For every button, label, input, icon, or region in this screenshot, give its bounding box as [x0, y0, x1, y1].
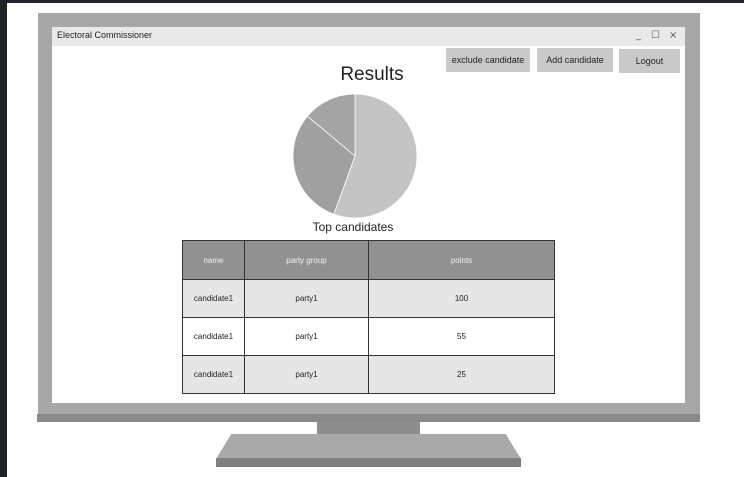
cell-party: party1 [244, 355, 369, 394]
logout-button[interactable]: Logout [619, 49, 680, 73]
close-icon[interactable]: × [669, 29, 677, 43]
column-header-name[interactable]: name [182, 240, 245, 280]
monitor-bottom-lip [37, 414, 700, 422]
monitor-stand-base [216, 434, 521, 459]
cell-name: candidate1 [182, 317, 245, 356]
cell-name: candidate1 [182, 279, 245, 318]
cell-party: party1 [244, 279, 369, 318]
title-bar[interactable]: Electoral Commissioner _ ☐ × [52, 27, 685, 46]
page-title: Results [340, 64, 404, 85]
results-table: name party group points candidate1 party… [182, 240, 555, 394]
column-header-party-group[interactable]: party group [244, 240, 369, 280]
table-row[interactable]: candidate1 party1 100 [182, 279, 555, 318]
add-candidate-button[interactable]: Add candidate [537, 48, 613, 72]
app-window: Electoral Commissioner _ ☐ × exclude can… [52, 27, 685, 403]
top-candidates-heading: Top candidates [312, 220, 394, 234]
table-header-row: name party group points [182, 240, 555, 280]
monitor-stand-foot [216, 458, 521, 467]
exclude-candidate-button[interactable]: exclude candidate [446, 48, 530, 72]
cell-party: party1 [244, 317, 369, 356]
window-title: Electoral Commissioner [57, 30, 153, 40]
cell-points: 55 [368, 317, 555, 356]
table-row[interactable]: candidate1 party1 25 [182, 355, 555, 394]
minimize-icon[interactable]: _ [636, 29, 641, 43]
column-header-points[interactable]: points [368, 240, 555, 280]
cell-points: 25 [368, 355, 555, 394]
screen-canvas: Electoral Commissioner _ ☐ × exclude can… [0, 0, 744, 477]
cell-points: 100 [368, 279, 555, 318]
maximize-icon[interactable]: ☐ [651, 29, 660, 43]
cell-name: candidate1 [182, 355, 245, 394]
results-pie-chart [292, 93, 418, 219]
table-row[interactable]: candidate1 party1 55 [182, 317, 555, 356]
